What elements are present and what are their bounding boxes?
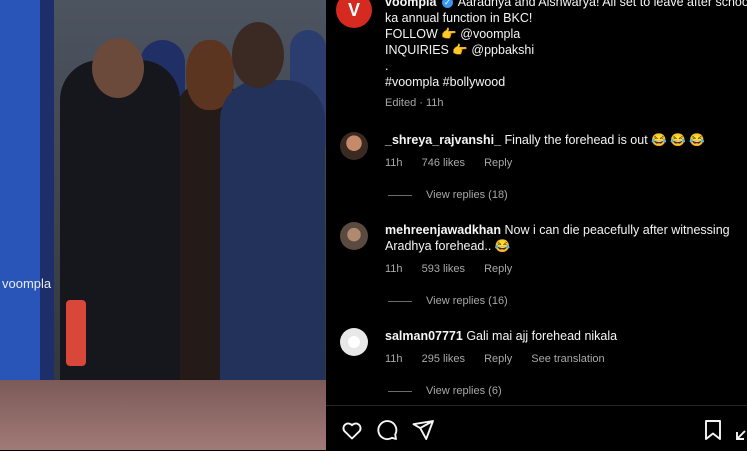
video-background bbox=[0, 380, 326, 450]
video-background bbox=[40, 0, 54, 405]
reply-button[interactable]: Reply bbox=[484, 263, 512, 275]
view-replies-button[interactable]: View replies (6) bbox=[388, 385, 502, 397]
post-caption: voompla ✓ Aaradhya and Aishwarya! All se… bbox=[385, 0, 747, 90]
commenter-avatar[interactable] bbox=[340, 328, 368, 356]
comment-body: Gali mai ajj forehead nikala bbox=[466, 329, 618, 343]
comment-time: 11h bbox=[385, 157, 403, 169]
post-author-username[interactable]: voompla bbox=[385, 0, 436, 9]
view-replies-label: View replies (6) bbox=[426, 385, 502, 397]
divider bbox=[388, 194, 412, 196]
default-avatar-icon bbox=[341, 329, 367, 355]
commenter-username[interactable]: mehreenjawadkhan bbox=[385, 223, 501, 237]
heart-icon[interactable] bbox=[340, 418, 364, 442]
view-replies-label: View replies (16) bbox=[426, 295, 508, 307]
video-watermark: voompla bbox=[2, 276, 52, 291]
caption-dot: . bbox=[385, 59, 389, 73]
view-replies-button[interactable]: View replies (16) bbox=[388, 295, 508, 307]
send-icon[interactable] bbox=[411, 418, 435, 442]
caption-follow: FOLLOW 👉 @voompla bbox=[385, 27, 521, 41]
caption-inquiries: INQUIRIES 👉 @ppbakshi bbox=[385, 43, 535, 57]
expand-icon[interactable] bbox=[734, 418, 747, 442]
reply-button[interactable]: Reply bbox=[484, 157, 512, 169]
post-video[interactable]: voompla bbox=[0, 0, 326, 450]
commenter-username[interactable]: _shreya_rajvanshi_ bbox=[385, 133, 501, 147]
comment-likes[interactable]: 593 likes bbox=[422, 263, 465, 275]
video-figure bbox=[232, 22, 284, 88]
comment-meta: 11h 746 likes Reply bbox=[385, 157, 528, 169]
comment-time: 11h bbox=[385, 353, 403, 365]
view-replies-button[interactable]: View replies (18) bbox=[388, 189, 508, 201]
comment-text: mehreenjawadkhan Now i can die peacefull… bbox=[385, 222, 735, 254]
view-replies-label: View replies (18) bbox=[426, 189, 508, 201]
reply-button[interactable]: Reply bbox=[484, 353, 512, 365]
comment-meta: 11h 593 likes Reply bbox=[385, 263, 528, 275]
divider bbox=[388, 390, 412, 392]
divider bbox=[388, 300, 412, 302]
video-figure bbox=[92, 38, 144, 98]
caption-hashtags[interactable]: #voompla #bollywood bbox=[385, 74, 745, 90]
video-background bbox=[0, 0, 40, 405]
see-translation-button[interactable]: See translation bbox=[531, 353, 604, 365]
post-edited-time: Edited · 11h bbox=[385, 97, 444, 109]
commenter-username[interactable]: salman07771 bbox=[385, 329, 463, 343]
commenter-avatar[interactable] bbox=[340, 222, 368, 250]
comment-text: salman07771 Gali mai ajj forehead nikala bbox=[385, 328, 735, 344]
post-action-bar bbox=[326, 405, 747, 451]
commenter-avatar[interactable] bbox=[340, 132, 368, 160]
comment-meta: 11h 295 likes Reply See translation bbox=[385, 353, 621, 365]
verified-badge-icon: ✓ bbox=[441, 0, 453, 9]
caption-text: ka annual function in BKC! bbox=[385, 11, 533, 25]
comment-time: 11h bbox=[385, 263, 403, 275]
voompla-logo-icon: V bbox=[347, 0, 360, 20]
bookmark-icon[interactable] bbox=[701, 418, 725, 442]
video-figure bbox=[60, 60, 180, 430]
comment-likes[interactable]: 746 likes bbox=[422, 157, 465, 169]
comment-body: Finally the forehead is out 😂 😂 😂 bbox=[504, 133, 705, 147]
comment-text: _shreya_rajvanshi_ Finally the forehead … bbox=[385, 132, 735, 148]
comment-likes[interactable]: 295 likes bbox=[422, 353, 465, 365]
caption-text: Aaradhya and Aishwarya! All set to leave… bbox=[457, 0, 747, 9]
caption-first-line: voompla ✓ Aaradhya and Aishwarya! All se… bbox=[385, 0, 747, 10]
video-figure bbox=[66, 300, 86, 366]
comment-icon[interactable] bbox=[375, 418, 399, 442]
